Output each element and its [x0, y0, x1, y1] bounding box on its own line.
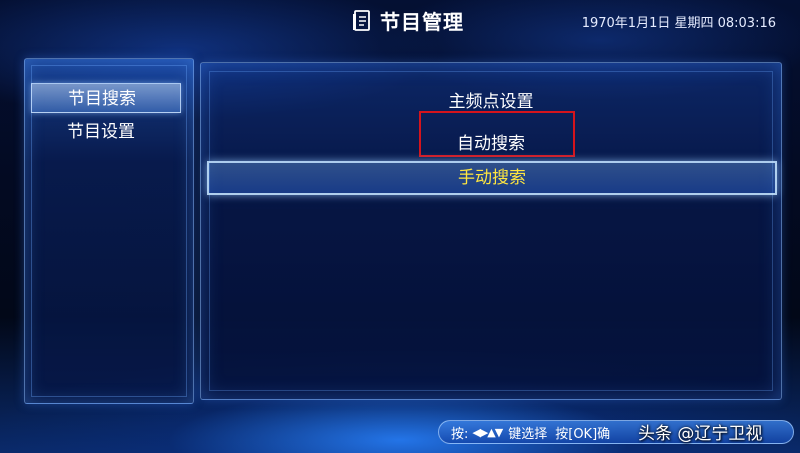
- header: 节目管理 1970年1月1日 星期四 08:03:16: [0, 0, 800, 40]
- help-confirm-text: 按[OK]确: [555, 426, 611, 442]
- sidebar-inner-frame: [31, 65, 187, 397]
- datetime-display: 1970年1月1日 星期四 08:03:16: [581, 16, 776, 31]
- page-title: 节目管理: [380, 10, 464, 34]
- sidebar-item-label: 节目搜索: [68, 89, 136, 109]
- menu-item-manual-search[interactable]: 手动搜索: [207, 161, 777, 195]
- content-panel: 主频点设置 自动搜索 手动搜索: [200, 62, 782, 400]
- sidebar-item-program-search[interactable]: 节目搜索: [31, 83, 181, 113]
- watermark: 头条 @辽宁卫视: [638, 424, 763, 444]
- document-icon: [353, 9, 370, 31]
- help-select-text: 键选择: [508, 426, 548, 442]
- tv-menu-screen: 节目管理 1970年1月1日 星期四 08:03:16 节目搜索 节目设置 主频…: [0, 0, 800, 453]
- sidebar-item-label: 节目设置: [67, 122, 135, 142]
- menu-item-main-frequency-settings[interactable]: 主频点设置: [201, 87, 781, 112]
- sidebar-panel: 节目搜索 节目设置: [24, 58, 194, 404]
- sidebar-item-program-settings[interactable]: 节目设置: [31, 117, 181, 147]
- red-highlight-box: [419, 111, 575, 157]
- arrow-keys-icon: ◀▶▲▼: [472, 425, 503, 439]
- help-press-label: 按:: [451, 426, 469, 442]
- title-wrap: 节目管理: [352, 6, 464, 35]
